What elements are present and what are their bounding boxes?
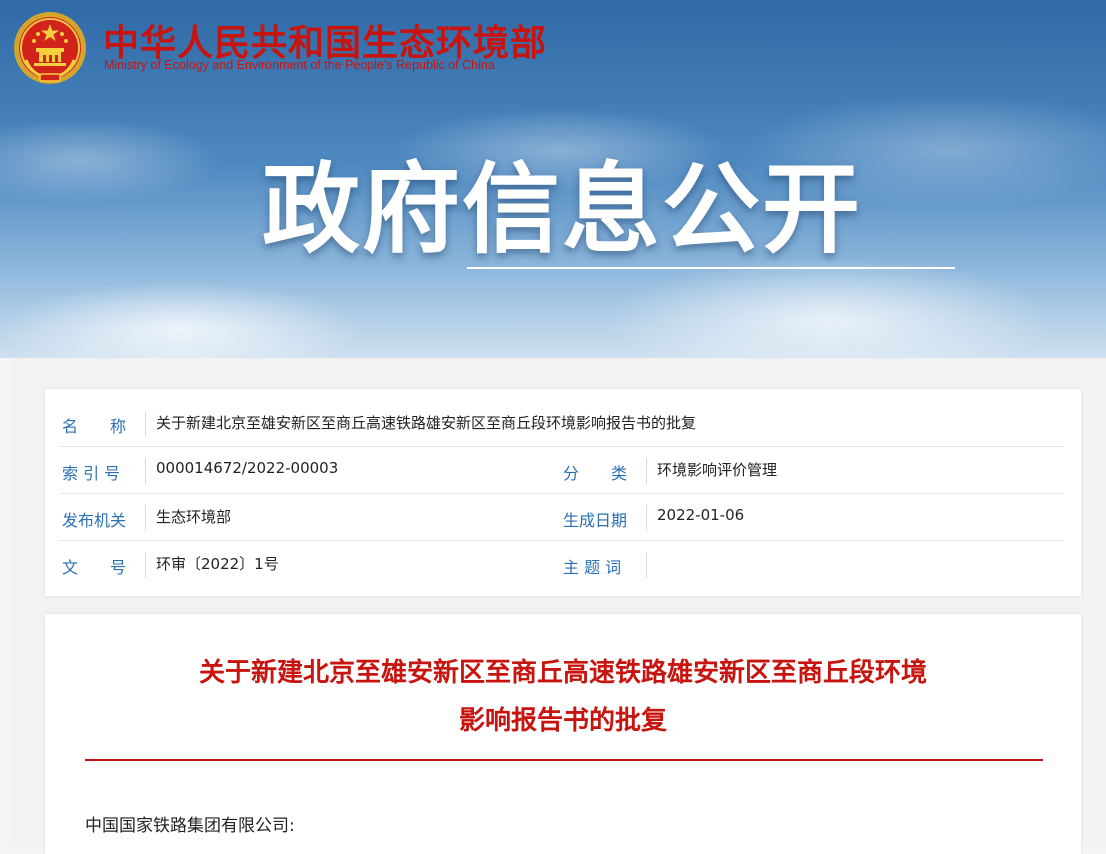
- separator: [145, 458, 146, 484]
- national-emblem-icon[interactable]: [12, 10, 88, 86]
- banner-title: 政府信息公开: [262, 153, 863, 267]
- category-label: 分 类: [563, 464, 628, 483]
- separator: [646, 552, 647, 578]
- meta-row-docno: 文 号 环审〔2022〕1号 主 题 词: [60, 540, 1064, 587]
- separator: [646, 505, 647, 531]
- category-value: 环境影响评价管理: [657, 461, 778, 479]
- document-title-line2: 影响报告书的批复: [458, 706, 667, 736]
- banner-underline: [467, 267, 955, 269]
- meta-row-index: 索 引 号 000014672/2022-00003 分 类 环境影响评价管理: [60, 446, 1064, 494]
- meta-row-issuer: 发布机关 生态环境部 生成日期 2022-01-06: [60, 493, 1064, 541]
- separator: [145, 505, 146, 531]
- docno-label: 文 号: [62, 558, 127, 577]
- site-name-en[interactable]: Ministry of Ecology and Environment of t…: [104, 58, 495, 72]
- title-divider: [85, 759, 1043, 761]
- issuer-value: 生态环境部: [156, 508, 232, 526]
- separator: [646, 458, 647, 484]
- separator: [145, 411, 146, 437]
- date-label: 生成日期: [563, 511, 628, 530]
- banner: 中华人民共和国生态环境部 Ministry of Ecology and Env…: [0, 0, 1106, 358]
- issuer-label: 发布机关: [62, 511, 127, 530]
- salutation: 中国国家铁路集团有限公司:: [85, 816, 295, 836]
- separator: [145, 552, 146, 578]
- name-label: 名 称: [62, 417, 127, 436]
- document-metadata-card: 名 称 关于新建北京至雄安新区至商丘高速铁路雄安新区至商丘段环境影响报告书的批复…: [45, 389, 1081, 596]
- date-value: 2022-01-06: [657, 506, 745, 524]
- index-label: 索 引 号: [62, 464, 121, 483]
- docno-value: 环审〔2022〕1号: [156, 555, 279, 573]
- document-title-line1: 关于新建北京至雄安新区至商丘高速铁路雄安新区至商丘段环境: [198, 658, 927, 688]
- document-body-card: 关于新建北京至雄安新区至商丘高速铁路雄安新区至商丘段环境 影响报告书的批复 中国…: [45, 614, 1081, 854]
- meta-row-name: 名 称 关于新建北京至雄安新区至商丘高速铁路雄安新区至商丘段环境影响报告书的批复: [60, 399, 1064, 447]
- keywords-label: 主 题 词: [563, 558, 622, 577]
- name-value: 关于新建北京至雄安新区至商丘高速铁路雄安新区至商丘段环境影响报告书的批复: [156, 414, 697, 432]
- index-value: 000014672/2022-00003: [156, 459, 339, 477]
